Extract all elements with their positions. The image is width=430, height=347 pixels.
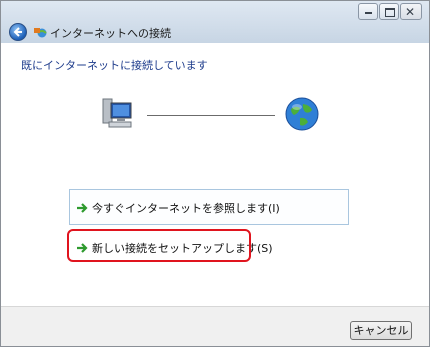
maximize-icon xyxy=(385,8,395,17)
wizard-footer: キャンセル xyxy=(1,306,429,346)
back-arrow-icon xyxy=(13,27,22,37)
wizard-content: 既にインターネットに接続しています 今すぐインターネットを参照します(I) 新し… xyxy=(1,43,429,306)
window-title: インターネットへの接続 xyxy=(50,27,171,40)
wizard-window: ✕ インターネットへの接続 既にインターネットに接続しています 今すぐインターネ… xyxy=(0,0,430,347)
browse-internet-label: 今すぐインターネットを参照します(I) xyxy=(92,202,280,215)
computer-icon xyxy=(102,98,132,128)
close-button[interactable]: ✕ xyxy=(400,3,422,20)
cancel-button[interactable]: キャンセル xyxy=(350,321,412,340)
maximize-button[interactable] xyxy=(379,3,399,20)
network-connect-icon xyxy=(34,28,47,38)
close-icon: ✕ xyxy=(405,5,416,19)
green-arrow-icon xyxy=(77,203,88,213)
minimize-icon xyxy=(365,12,372,14)
title-bar: ✕ インターネットへの接続 xyxy=(1,1,429,43)
globe-icon xyxy=(285,97,319,131)
annotation-highlight-box xyxy=(67,229,251,262)
status-heading: 既にインターネットに接続しています xyxy=(21,59,208,72)
minimize-button[interactable] xyxy=(358,3,378,20)
connection-line xyxy=(147,115,275,116)
browse-internet-option[interactable]: 今すぐインターネットを参照します(I) xyxy=(69,189,349,225)
back-button[interactable] xyxy=(9,23,27,41)
